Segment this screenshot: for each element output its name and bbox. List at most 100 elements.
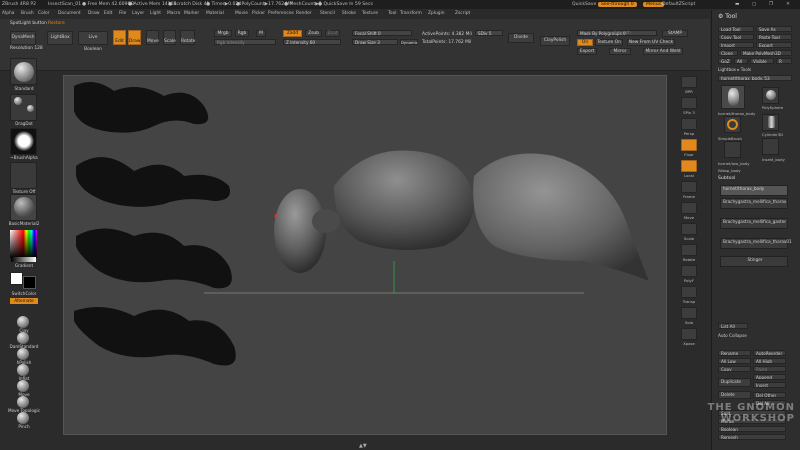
subtool-item[interactable]: Stinger — [720, 256, 788, 267]
subtool-item[interactable]: hornet/thorax_body — [720, 185, 788, 196]
view-transp-button[interactable] — [681, 286, 697, 298]
minimize-icon[interactable]: ▬ — [735, 2, 739, 7]
brush-move-icon[interactable] — [17, 380, 29, 392]
mirror-button[interactable]: Mirror — [609, 48, 631, 55]
brush-move-topologic-icon[interactable] — [17, 396, 29, 408]
paste-subtool-button[interactable]: Paste — [753, 366, 786, 372]
secondary-color-swatch[interactable] — [23, 276, 36, 289]
brush-hpolish-icon[interactable] — [17, 348, 29, 360]
lightbox-tools-link[interactable]: Lightbox ▸ Tools — [718, 67, 751, 72]
remesh-section[interactable]: Remesh — [718, 434, 786, 440]
menu-draw[interactable]: Draw — [88, 11, 99, 16]
goz-r-button[interactable]: R — [776, 58, 792, 64]
close-icon[interactable]: ✕ — [786, 2, 790, 7]
menu-macro[interactable]: Macro — [167, 11, 180, 16]
view-spix-3-button[interactable] — [681, 97, 697, 109]
copy-tool-button[interactable]: Copy Tool — [718, 34, 754, 40]
view-scale-button[interactable] — [681, 223, 697, 235]
menu-alpha[interactable]: Alpha — [2, 11, 14, 16]
z-intensity-slider[interactable]: Z Intensity 60 — [283, 39, 341, 45]
menu-layer[interactable]: Layer — [132, 11, 144, 16]
export-button[interactable]: Export — [577, 48, 597, 55]
menu-file[interactable]: File — [119, 11, 126, 16]
rgb-intensity-slider[interactable]: Rgb Intensity — [214, 39, 276, 45]
restore-button[interactable]: Restore — [48, 21, 65, 26]
menu-stroke[interactable]: Stroke — [342, 11, 356, 16]
menu-preferences[interactable]: Preferences — [268, 11, 294, 16]
texture-on-button[interactable]: Texture On — [595, 39, 623, 46]
view-xpose-button[interactable] — [681, 328, 697, 340]
load-tool-button[interactable]: Load Tool — [718, 26, 754, 32]
focal-shift-slider[interactable]: Focal Shift 0 — [352, 30, 412, 36]
texture-thumbnail[interactable] — [10, 162, 37, 189]
menu-movie[interactable]: Movie — [235, 11, 248, 16]
brush-inflat-icon[interactable] — [17, 364, 29, 376]
menu-zplugin[interactable]: Zplugin — [428, 11, 445, 16]
paste-tool-button[interactable]: Paste Tool — [756, 34, 792, 40]
menus-button[interactable]: Menus — [643, 2, 665, 7]
viewport-canvas[interactable] — [63, 75, 667, 435]
export-tool-button[interactable]: Export — [756, 42, 792, 48]
rgb-button[interactable]: Rgb — [235, 30, 249, 37]
clone-button[interactable]: Clone — [718, 50, 738, 56]
current-tool-slider[interactable]: hornet/thorax_body. 53 — [718, 75, 792, 81]
quicksave-button[interactable]: QuickSave — [572, 2, 596, 7]
edit-mode-button[interactable]: Edit — [113, 30, 126, 45]
menu-texture[interactable]: Texture — [362, 11, 378, 16]
view-frame-button[interactable] — [681, 181, 697, 193]
move-mode-button[interactable]: Move — [146, 30, 159, 45]
divide-button[interactable]: Divide — [508, 33, 534, 43]
all-high-button[interactable]: All High — [753, 358, 786, 364]
menu-material[interactable]: Material — [206, 11, 224, 16]
tool-thumb-insekt[interactable] — [762, 138, 779, 155]
menu-transform[interactable]: Transform — [400, 11, 422, 16]
menu-brush[interactable]: Brush — [21, 11, 34, 16]
new-from-uv-check-button[interactable]: New From UV Check — [627, 39, 675, 46]
subtool-item[interactable]: Brachygastra_mellifica_gaster — [720, 218, 788, 229]
stamp-button[interactable]: StAMP — [662, 30, 688, 37]
duplicate-button[interactable]: Duplicate — [718, 378, 751, 387]
draw-size-slider[interactable]: Draw Size 3 — [352, 39, 398, 45]
on-button[interactable]: On — [577, 39, 593, 46]
mirror-and-weld-button[interactable]: Mirror And Weld — [643, 48, 683, 55]
expand-arrow-icon[interactable]: ▲▼ — [359, 443, 367, 449]
subtool-item[interactable]: Brachygastra_mellifica_thorax01 — [720, 238, 792, 249]
auto-collapse-toggle[interactable]: Auto Collapse — [718, 333, 747, 338]
sdiv-slider[interactable]: SDiv 5 — [475, 30, 503, 36]
default-zscript[interactable]: DefaultZScript — [662, 2, 695, 7]
delete-button[interactable]: Delete — [718, 391, 751, 399]
subtool-header[interactable]: Subtool — [718, 176, 735, 181]
menu-stencil[interactable]: Stencil — [320, 11, 335, 16]
menu-light[interactable]: Light — [150, 11, 161, 16]
copy-subtool-button[interactable]: Copy — [718, 366, 751, 372]
brush-damstandard-icon[interactable] — [17, 332, 29, 344]
claypolish-button[interactable]: ClayPolish — [540, 36, 570, 46]
view-local-button[interactable] — [681, 160, 697, 172]
resolution-slider[interactable]: Resolution 128 — [10, 46, 43, 51]
goz-all-button[interactable]: All — [734, 58, 748, 64]
goz-visible-button[interactable]: Visible — [750, 58, 774, 64]
alternate-button[interactable]: Alternate — [10, 298, 38, 304]
goz-button[interactable]: GoZ — [718, 58, 732, 64]
gradient-bar[interactable] — [11, 257, 36, 262]
restore-icon[interactable]: ❐ — [769, 2, 773, 7]
scale-mode-button[interactable]: Scale — [163, 30, 176, 45]
maximize-icon[interactable]: ▢ — [752, 2, 756, 7]
make-polymesh-button[interactable]: Make PolyMesh3D — [740, 50, 792, 56]
append-button[interactable]: Append — [753, 374, 786, 380]
view-rotate-button[interactable] — [681, 244, 697, 256]
all-low-button[interactable]: All Low — [718, 358, 751, 364]
brush-pinch-icon[interactable] — [17, 412, 29, 424]
main-color-swatch[interactable] — [10, 272, 23, 285]
menu-zscript[interactable]: Zscript — [455, 11, 470, 16]
view-persp-button[interactable] — [681, 118, 697, 130]
list-all-button[interactable]: List All — [718, 323, 748, 329]
live-boolean-button[interactable]: Live Boolean — [78, 31, 108, 52]
zcut-button[interactable]: Zcut — [325, 30, 340, 37]
autoreorder-button[interactable]: AutoReorder — [753, 350, 786, 356]
view-polyf-button[interactable] — [681, 265, 697, 277]
dynamic-button[interactable]: Dynamic — [400, 39, 418, 45]
menu-color[interactable]: Color — [38, 11, 49, 16]
import-button[interactable]: Import — [718, 42, 754, 48]
see-through-slider[interactable]: See-through 0 — [598, 2, 637, 7]
